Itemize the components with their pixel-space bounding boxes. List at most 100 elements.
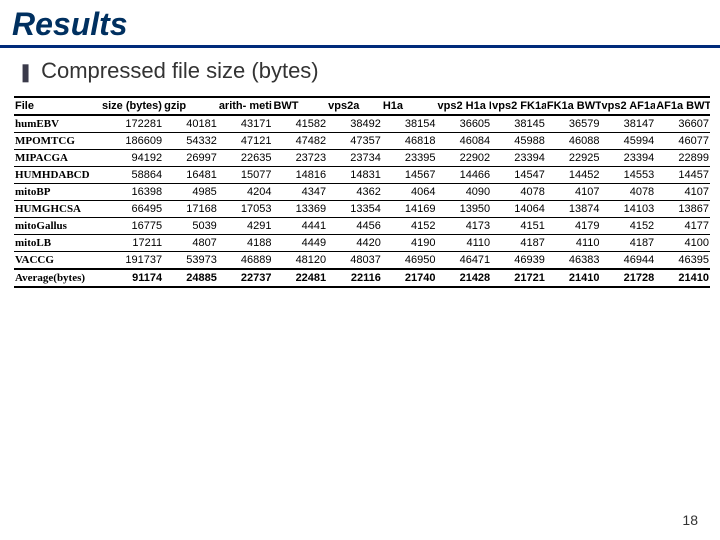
cell-value: 48120 [272, 252, 327, 270]
cell-value: 4449 [272, 235, 327, 252]
cell-value: 4078 [491, 184, 546, 201]
cell-value: 4362 [327, 184, 382, 201]
cell-file: humEBV [14, 115, 101, 133]
cell-value: 54332 [163, 133, 218, 150]
table-row: mitoLB1721148074188444944204190411041874… [14, 235, 710, 252]
bullet-icon: ❚ [18, 62, 33, 83]
col-h1a: H1a [382, 97, 437, 115]
table-average-row: Average(bytes)91174248852273722481221162… [14, 269, 710, 287]
cell-value: 4179 [546, 218, 601, 235]
cell-average-value: 21410 [655, 269, 710, 287]
cell-value: 58864 [101, 167, 163, 184]
cell-value: 46889 [218, 252, 273, 270]
cell-value: 40181 [163, 115, 218, 133]
cell-value: 14553 [601, 167, 656, 184]
cell-value: 16775 [101, 218, 163, 235]
cell-value: 22635 [218, 150, 273, 167]
cell-value: 14831 [327, 167, 382, 184]
cell-value: 46471 [437, 252, 492, 270]
cell-value: 22902 [437, 150, 492, 167]
cell-value: 4064 [382, 184, 437, 201]
cell-value: 4152 [601, 218, 656, 235]
cell-value: 4347 [272, 184, 327, 201]
cell-value: 14452 [546, 167, 601, 184]
cell-value: 23723 [272, 150, 327, 167]
cell-value: 4107 [655, 184, 710, 201]
cell-value: 4110 [546, 235, 601, 252]
cell-file: mitoLB [14, 235, 101, 252]
cell-file: MPOMTCG [14, 133, 101, 150]
cell-value: 23734 [327, 150, 382, 167]
cell-value: 4090 [437, 184, 492, 201]
cell-value: 4177 [655, 218, 710, 235]
cell-value: 23395 [382, 150, 437, 167]
cell-value: 14457 [655, 167, 710, 184]
cell-file: HUMHDABCD [14, 167, 101, 184]
cell-value: 4152 [382, 218, 437, 235]
cell-value: 22899 [655, 150, 710, 167]
cell-value: 36607 [655, 115, 710, 133]
table-row: HUMGHCSA66495171681705313369133541416913… [14, 201, 710, 218]
cell-value: 36605 [437, 115, 492, 133]
cell-file: VACCG [14, 252, 101, 270]
col-arith: arith- metic [218, 97, 273, 115]
cell-value: 186609 [101, 133, 163, 150]
table-header-row: File size (bytes) gzip arith- metic BWT … [14, 97, 710, 115]
data-table: File size (bytes) gzip arith- metic BWT … [14, 96, 710, 288]
table-row: HUMHDABCD5886416481150771481614831145671… [14, 167, 710, 184]
page-number: 18 [682, 512, 698, 528]
cell-value: 46088 [546, 133, 601, 150]
cell-average-value: 22737 [218, 269, 273, 287]
col-vps2-h1a-bwt: vps2 H1a BWT [437, 97, 492, 115]
cell-average-value: 21721 [491, 269, 546, 287]
cell-value: 14547 [491, 167, 546, 184]
cell-value: 17211 [101, 235, 163, 252]
col-gzip: gzip [163, 97, 218, 115]
cell-value: 14169 [382, 201, 437, 218]
cell-average-value: 22116 [327, 269, 382, 287]
col-af1a: vps2 AF1a [601, 97, 656, 115]
cell-value: 13874 [546, 201, 601, 218]
cell-file: mitoBP [14, 184, 101, 201]
cell-value: 4441 [272, 218, 327, 235]
cell-value: 16481 [163, 167, 218, 184]
cell-value: 5039 [163, 218, 218, 235]
cell-value: 14064 [491, 201, 546, 218]
cell-file: HUMGHCSA [14, 201, 101, 218]
cell-value: 4151 [491, 218, 546, 235]
col-fk1a: vps2 FK1a [491, 97, 546, 115]
page-title: Results [0, 0, 720, 48]
cell-value: 4807 [163, 235, 218, 252]
cell-value: 45994 [601, 133, 656, 150]
cell-value: 47482 [272, 133, 327, 150]
cell-value: 53973 [163, 252, 218, 270]
cell-value: 38147 [601, 115, 656, 133]
cell-value: 46383 [546, 252, 601, 270]
cell-value: 23394 [491, 150, 546, 167]
cell-value: 4190 [382, 235, 437, 252]
table-row: mitoGallus167755039429144414456415241734… [14, 218, 710, 235]
cell-value: 66495 [101, 201, 163, 218]
cell-value: 13867 [655, 201, 710, 218]
bullet-text: Compressed file size (bytes) [41, 58, 319, 84]
cell-value: 38154 [382, 115, 437, 133]
table-row: mitoBP1639849854204434743624064409040784… [14, 184, 710, 201]
cell-value: 14103 [601, 201, 656, 218]
cell-value: 46944 [601, 252, 656, 270]
cell-value: 4107 [546, 184, 601, 201]
table-row: MIPACGA941922699722635237232373423395229… [14, 150, 710, 167]
cell-value: 14466 [437, 167, 492, 184]
cell-value: 4456 [327, 218, 382, 235]
cell-value: 23394 [601, 150, 656, 167]
cell-value: 46950 [382, 252, 437, 270]
cell-average-value: 22481 [272, 269, 327, 287]
cell-value: 4188 [218, 235, 273, 252]
cell-value: 172281 [101, 115, 163, 133]
cell-file: mitoGallus [14, 218, 101, 235]
cell-average-value: 21728 [601, 269, 656, 287]
cell-value: 15077 [218, 167, 273, 184]
cell-value: 41582 [272, 115, 327, 133]
table-row: MPOMTCG186609543324712147482473574681846… [14, 133, 710, 150]
cell-value: 17168 [163, 201, 218, 218]
col-af1a-bwt: AF1a BWT [655, 97, 710, 115]
